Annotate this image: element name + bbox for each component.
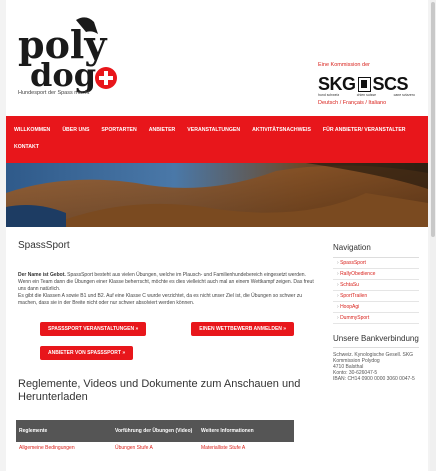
skg-tag: cane svizzero xyxy=(393,93,415,97)
nav-item-willkommen[interactable]: WILLKOMMEN xyxy=(14,122,50,139)
table-header-row: Reglemente Vorführung der Übungen (Video… xyxy=(16,420,294,442)
skg-emblem-icon xyxy=(357,76,371,92)
polydog-logo[interactable]: poly dog xyxy=(16,14,126,100)
page-title: SpassSport xyxy=(18,240,70,251)
col-header-info: Weitere Informationen xyxy=(198,420,294,442)
col-header-reglemente: Reglemente xyxy=(16,420,112,442)
register-competition-button[interactable]: EINEN WETTBEWERB ANMELDEN » xyxy=(191,322,295,336)
bank-line: IBAN: CH14 0900 0000 3060 0047-5 xyxy=(333,376,415,382)
sidebar-item-sporttrailen[interactable]: SportTrailen xyxy=(333,291,419,302)
sidebar-item-schtasu[interactable]: SchtaSu xyxy=(333,280,419,291)
bank-title: Unsere Bankverbindung xyxy=(333,334,419,343)
site-header: poly dog Hundesport der Spass macht Eine… xyxy=(6,0,428,116)
skg-tag: chien suisse xyxy=(356,93,377,97)
sidebar-nav-list: SpassSport RallyObedience SchtaSu SportT… xyxy=(333,258,419,324)
page: poly dog Hundesport der Spass macht Eine… xyxy=(6,0,428,471)
button-row: SPASSSPORT VERANSTALTUNGEN » EINEN WETTB… xyxy=(18,322,316,336)
sidebar-item-spasssport[interactable]: SpassSport xyxy=(333,258,419,269)
scs-text: SCS xyxy=(372,74,409,94)
scrollbar[interactable] xyxy=(430,0,436,471)
nav-item-sportarten[interactable]: SPORTARTEN xyxy=(101,122,136,139)
table-cell-link[interactable]: Materialliste Stufe A xyxy=(198,442,294,454)
logo-subtitle: Hundesport der Spass macht xyxy=(18,90,90,96)
nav-item-aktivitaetsnachweis[interactable]: AKTIVITÄTSNACHWEIS xyxy=(252,122,311,139)
divider xyxy=(333,347,419,348)
section-title: Reglemente, Videos und Dokumente zum Ans… xyxy=(18,378,301,403)
sidebar-item-hoopagi[interactable]: HoopAgi xyxy=(333,302,419,313)
bank-details: Unsere Bankverbindung Schweiz. Kynologis… xyxy=(333,334,419,382)
table-row: Allgemeine Bedingungen Übungen Stufe A M… xyxy=(16,442,294,454)
commission-label: Eine Kommission der xyxy=(318,62,370,68)
main-nav: WILLKOMMEN ÜBER UNS SPORTARTEN ANBIETER … xyxy=(6,116,428,163)
main-content: SpassSport Der Name ist Gebot. SpassSpor… xyxy=(16,240,316,454)
skg-tagline: hund schweiz chien suisse cane svizzero xyxy=(318,93,423,97)
skg-commission: Eine Kommission der SKG SCS hund schweiz… xyxy=(318,62,423,106)
sidebar-item-dummysport[interactable]: DummySport xyxy=(333,313,419,324)
nav-item-veranstaltungen[interactable]: VERANSTALTUNGEN xyxy=(187,122,240,139)
intro-paragraph: Der Name ist Gebot. SpassSport besteht a… xyxy=(18,272,316,293)
nav-item-fuer-anbieter[interactable]: FÜR ANBIETER/ VERANSTALTER xyxy=(323,122,406,139)
sidebar-nav-title: Navigation xyxy=(333,243,419,258)
nav-item-anbieter[interactable]: ANBIETER xyxy=(149,122,176,139)
intro-paragraph-2: Es gibt die Klassen A sowie B1 und B2. A… xyxy=(18,293,303,306)
col-header-video: Vorführung der Übungen (Video) xyxy=(112,420,198,442)
language-switcher[interactable]: Deutsch / Français / Italiano xyxy=(318,100,423,106)
header-banner-image xyxy=(6,163,428,227)
table-cell-link[interactable]: Übungen Stufe A xyxy=(112,442,198,454)
skg-scs-logo[interactable]: SKG SCS xyxy=(318,74,423,94)
scrollbar-thumb[interactable] xyxy=(431,2,435,237)
intro-bold: Der Name ist Gebot. xyxy=(18,272,66,278)
spasssport-providers-button[interactable]: ANBIETER VON SPASSSPORT » xyxy=(40,346,134,360)
spasssport-events-button[interactable]: SPASSSPORT VERANSTALTUNGEN » xyxy=(40,322,147,336)
table-cell-link[interactable]: Allgemeine Bedingungen xyxy=(16,442,112,454)
documents-table: Reglemente Vorführung der Übungen (Video… xyxy=(16,420,294,454)
logo-word-dog: dog xyxy=(30,56,96,94)
skg-text: SKG xyxy=(318,74,356,94)
sidebar-item-rallyobedience[interactable]: RallyObedience xyxy=(333,269,419,280)
sidebar: Navigation SpassSport RallyObedience Sch… xyxy=(333,243,419,382)
skg-tag: hund schweiz xyxy=(318,93,340,97)
nav-item-kontakt[interactable]: KONTAKT xyxy=(14,139,39,156)
nav-item-ueber-uns[interactable]: ÜBER UNS xyxy=(62,122,89,139)
